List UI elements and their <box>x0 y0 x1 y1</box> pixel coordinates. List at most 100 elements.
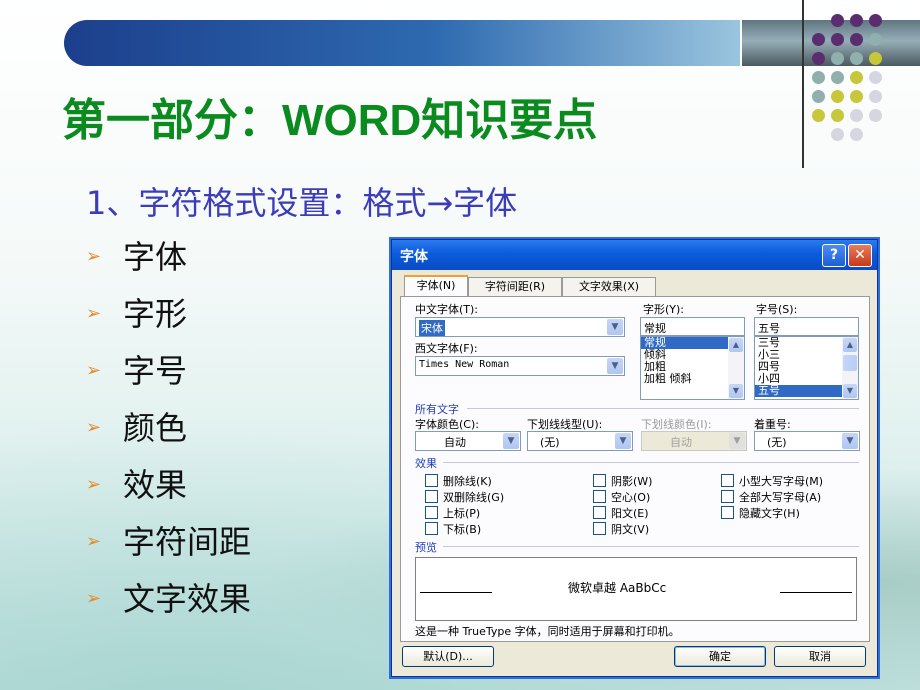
font-size-list[interactable]: 三号 小三 四号 小四 五号 ▲ ▼ <box>754 336 859 400</box>
decorative-dot <box>869 109 882 122</box>
font-color-value: 自动 <box>444 436 466 449</box>
close-icon[interactable]: ✕ <box>848 244 872 267</box>
decorative-dot <box>869 90 882 103</box>
outline-checkbox[interactable] <box>593 490 606 503</box>
font-size-input-value: 五号 <box>758 322 780 335</box>
emphasis-mark-select[interactable]: (无) ▼ <box>754 431 860 451</box>
ok-button[interactable]: 确定 <box>674 646 766 667</box>
decorative-dot <box>850 109 863 122</box>
western-font-select[interactable]: Times New Roman ▼ <box>415 356 625 376</box>
font-dialog: 字体 ? ✕ 字体(N) 字符间距(R) 文字效果(X) 中文字体(T): 宋体… <box>391 239 878 677</box>
bullet-arrow-icon: ➢ <box>86 360 102 381</box>
bullet-text: 字符间距 <box>123 523 252 561</box>
dialog-title: 字体 <box>400 249 428 265</box>
scrollbar[interactable]: ▲ ▼ <box>842 337 858 399</box>
scroll-up-icon[interactable]: ▲ <box>843 338 857 352</box>
tab-character-spacing[interactable]: 字符间距(R) <box>468 277 562 296</box>
double-strikethrough-label: 双删除线(G) <box>443 491 505 504</box>
chinese-font-value: 宋体 <box>419 320 445 336</box>
engrave-checkbox[interactable] <box>593 522 606 535</box>
all-text-section-label: 所有文字 <box>415 403 459 416</box>
decorative-dot <box>831 52 844 65</box>
decorative-dot <box>812 33 825 46</box>
scroll-up-icon[interactable]: ▲ <box>729 338 743 352</box>
small-caps-checkbox[interactable] <box>721 474 734 487</box>
emboss-label: 阳文(E) <box>611 507 649 520</box>
decorative-dot <box>831 14 844 27</box>
preview-sample-text: 微软卓越 AaBbCc <box>568 581 667 595</box>
western-font-label: 西文字体(F): <box>415 342 478 355</box>
chevron-down-icon[interactable]: ▼ <box>607 358 623 374</box>
decorative-dot <box>869 14 882 27</box>
font-size-label: 字号(S): <box>756 303 798 316</box>
shadow-label: 阴影(W) <box>611 475 653 488</box>
hidden-text-checkbox[interactable] <box>721 506 734 519</box>
slide-title: 第一部分：WORD知识要点 <box>62 96 598 145</box>
all-caps-checkbox[interactable] <box>721 490 734 503</box>
chinese-font-select[interactable]: 宋体 ▼ <box>415 317 625 337</box>
superscript-checkbox[interactable] <box>425 506 438 519</box>
decorative-vertical-line <box>802 0 804 168</box>
effects-section-label: 效果 <box>415 457 437 470</box>
subscript-checkbox[interactable] <box>425 522 438 535</box>
strikethrough-label: 删除线(K) <box>443 475 492 488</box>
superscript-label: 上标(P) <box>443 507 481 520</box>
decorative-dot <box>812 90 825 103</box>
help-icon[interactable]: ? <box>822 244 846 267</box>
bullet-text: 字形 <box>123 295 188 333</box>
hidden-text-label: 隐藏文字(H) <box>739 507 800 520</box>
cancel-button[interactable]: 取消 <box>774 646 866 667</box>
chevron-down-icon: ▼ <box>729 433 745 449</box>
preview-section-label: 预览 <box>415 541 437 554</box>
scroll-down-icon[interactable]: ▼ <box>843 384 857 398</box>
chevron-down-icon[interactable]: ▼ <box>503 433 519 449</box>
bullet-arrow-icon: ➢ <box>86 417 102 438</box>
dialog-titlebar: 字体 ? ✕ <box>392 240 877 270</box>
bullet-arrow-icon: ➢ <box>86 588 102 609</box>
outline-label: 空心(O) <box>611 491 651 504</box>
preview-baseline-left <box>420 592 492 593</box>
bullet-text: 文字效果 <box>123 580 252 618</box>
decorative-dot <box>831 109 844 122</box>
bullet-arrow-icon: ➢ <box>86 474 102 495</box>
section-divider <box>467 408 859 409</box>
small-caps-label: 小型大写字母(M) <box>739 475 824 488</box>
scroll-down-icon[interactable]: ▼ <box>729 384 743 398</box>
chinese-font-label: 中文字体(T): <box>415 303 479 316</box>
chevron-down-icon[interactable]: ▼ <box>842 433 858 449</box>
slide-subtitle: 1、字符格式设置：格式→字体 <box>86 184 518 222</box>
scroll-thumb[interactable] <box>843 355 857 371</box>
chevron-down-icon[interactable]: ▼ <box>615 433 631 449</box>
section-divider <box>443 462 859 463</box>
preview-baseline-right <box>780 592 852 593</box>
bullet-text: 颜色 <box>123 409 188 447</box>
font-style-input[interactable]: 常规 <box>640 317 745 336</box>
tab-text-effects[interactable]: 文字效果(X) <box>562 277 656 296</box>
strikethrough-checkbox[interactable] <box>425 474 438 487</box>
decorative-dot <box>831 33 844 46</box>
scrollbar[interactable]: ▲ ▼ <box>728 337 744 399</box>
underline-color-value: 自动 <box>670 436 692 449</box>
decorative-dot <box>850 128 863 141</box>
font-color-label: 字体颜色(C): <box>415 418 479 431</box>
emphasis-mark-value: (无) <box>767 436 787 449</box>
underline-type-select[interactable]: (无) ▼ <box>527 431 633 451</box>
decorative-dot <box>812 109 825 122</box>
chevron-down-icon[interactable]: ▼ <box>607 319 623 335</box>
font-color-select[interactable]: 自动 ▼ <box>415 431 521 451</box>
tab-font[interactable]: 字体(N) <box>404 275 468 298</box>
subscript-label: 下标(B) <box>443 523 482 536</box>
bullet-text: 效果 <box>123 466 188 504</box>
double-strikethrough-checkbox[interactable] <box>425 490 438 503</box>
underline-color-select: 自动 ▼ <box>641 431 747 451</box>
default-button[interactable]: 默认(D)... <box>402 646 494 667</box>
decorative-dot <box>869 71 882 84</box>
all-caps-label: 全部大写字母(A) <box>739 491 822 504</box>
shadow-checkbox[interactable] <box>593 474 606 487</box>
section-divider <box>443 546 859 547</box>
underline-type-value: (无) <box>540 436 560 449</box>
font-style-list[interactable]: 常规 倾斜 加粗 加粗 倾斜 ▲ ▼ <box>640 336 745 400</box>
font-size-input[interactable]: 五号 <box>754 317 859 336</box>
decorative-dot <box>850 14 863 27</box>
emboss-checkbox[interactable] <box>593 506 606 519</box>
